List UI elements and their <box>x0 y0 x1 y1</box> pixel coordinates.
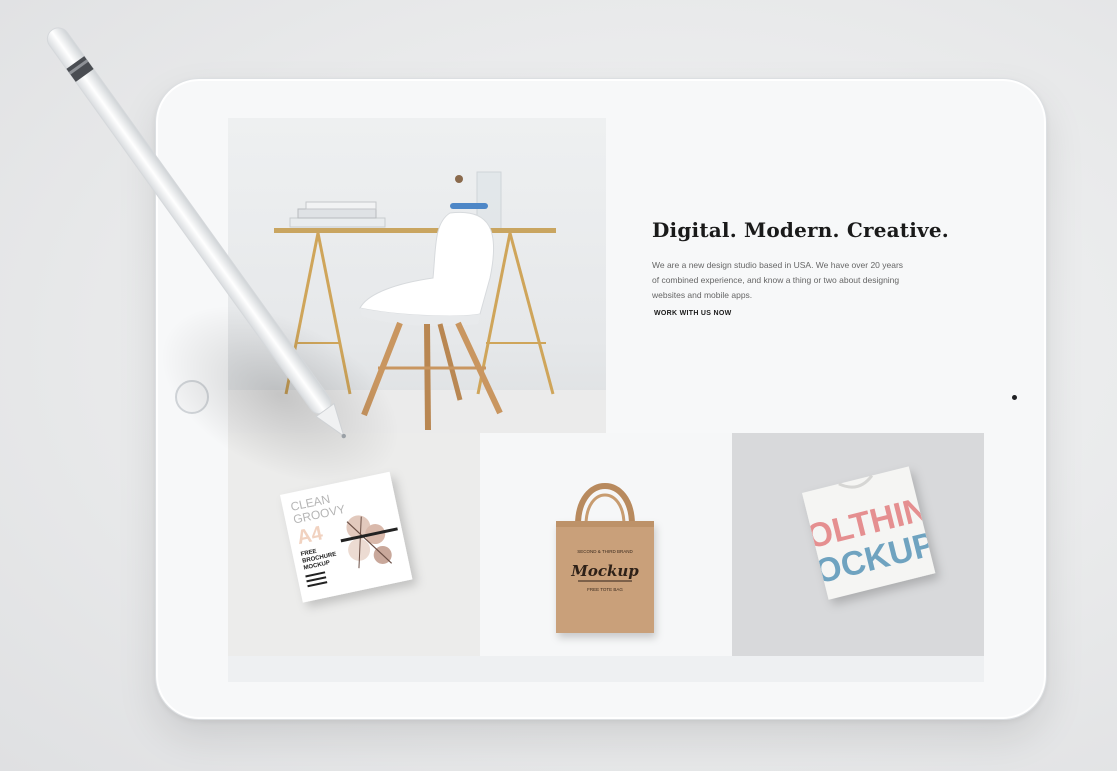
stylus-pencil-icon <box>46 27 346 439</box>
